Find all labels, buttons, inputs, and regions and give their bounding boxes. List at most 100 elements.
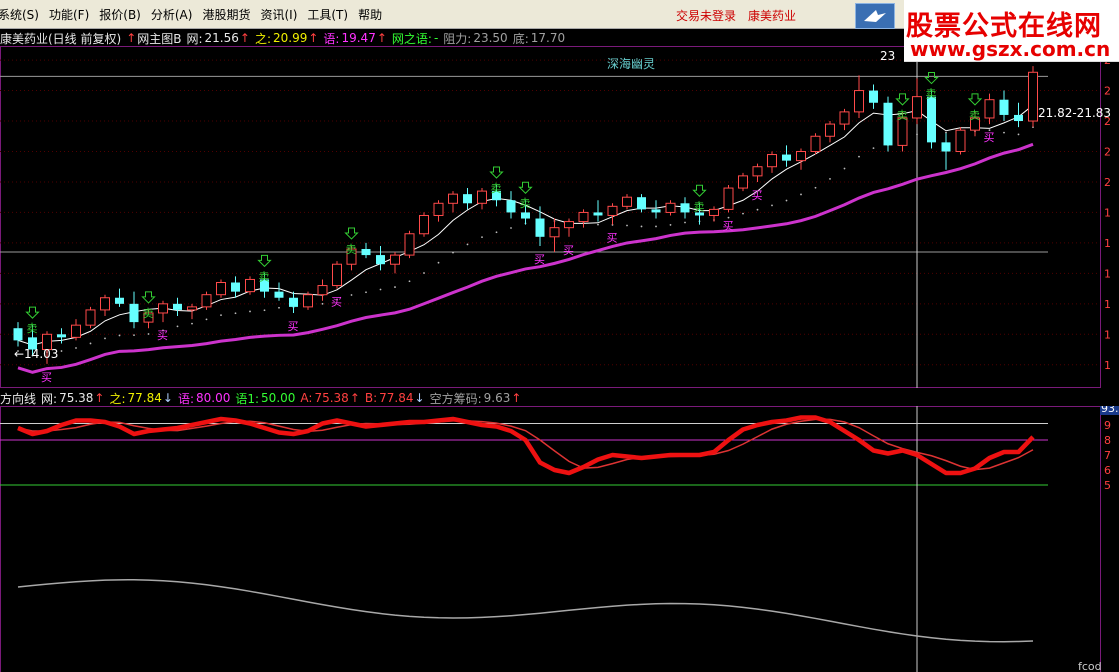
candle [13,322,23,347]
dotted-ma-point [75,347,77,349]
menu-item-4[interactable]: 港股期货 [202,6,250,23]
sell-label: 卖 [27,322,38,335]
sell-label: 卖 [694,200,705,213]
candle [999,90,1009,122]
dotted-ma-point [843,167,846,170]
candle-body [709,208,719,216]
indicator-name[interactable]: 网主图B [137,30,181,47]
candle [129,291,139,329]
up-arrow-icon: ↑ [349,391,360,405]
dotted-ma-point [916,133,918,136]
candle-body [376,255,385,265]
stock-name-status: 康美药业 [748,9,797,23]
dotted-ma-point [1003,131,1005,134]
osc-tick-label: 7 [1104,449,1111,462]
candle-body [289,297,298,307]
sub-chart-border [0,406,1101,672]
candle [941,133,951,170]
dotted-ma-point [727,216,730,219]
buy-label: 买 [534,253,545,266]
buy-signal: 买 [157,329,168,342]
buy-signal: 买 [331,296,342,309]
down-arrow-icon [25,306,40,319]
sell-signal: 卖 [25,306,40,335]
wang-value: 21.56 [204,31,239,45]
down-arrow-icon [257,254,272,268]
dotted-ma-point [771,204,773,207]
osc-tick-label: 5 [1104,479,1111,492]
up-arrow-icon: ↑ [511,391,522,405]
candle-body [564,221,574,229]
price-tick-label: 1 [1104,237,1111,250]
sell-label: 卖 [897,109,908,122]
buy-signal: 买 [41,371,52,384]
login-status[interactable]: 交易未登录 [676,7,736,24]
sub-indicator-name[interactable]: 方向线 [0,390,36,407]
candle-body [999,99,1009,115]
sub-chart-info: 方向线 网: 75.38 ↑ 之: 77.84 ↓ 语: 80.00 语1: 5… [0,390,526,406]
price-tick-label: 1 [1104,328,1111,341]
price-tick-label: 2 [1104,176,1111,189]
candle [549,218,560,253]
candle [1014,102,1023,128]
osc-tick-label: 6 [1104,464,1111,477]
candle-body [651,209,661,213]
menu-item-6[interactable]: 工具(T) [307,6,348,23]
sell-signal: 卖 [489,166,504,195]
menu-item-7[interactable]: 帮助 [358,6,382,23]
candle-body [955,129,966,152]
candle [201,291,212,310]
candle-body [245,278,255,293]
candle [506,191,516,219]
candle [376,245,385,271]
menu-item-5[interactable]: 资讯(I) [260,6,297,23]
down-arrow-icon: ↓ [162,391,173,405]
menu-item-1[interactable]: 功能(F) [49,6,89,23]
bird-icon[interactable] [855,3,895,29]
up-arrow-icon: ↑ [308,31,319,45]
dotted-ma-point [394,286,396,288]
candle-body [622,196,632,207]
sub-yu1-value: 50.00 [261,391,296,405]
sell-signal: 卖 [895,93,910,122]
stock-title: 康美药业(日线 前复权) [0,31,122,46]
candle-body [100,297,110,311]
sell-signal: 卖 [257,254,272,283]
candle-body [13,328,23,341]
buy-signal: 买 [534,253,545,266]
dotted-ma-point [756,208,759,211]
low-price-label: ←14.03 [14,347,58,361]
menu-item-3[interactable]: 分析(A) [151,6,193,23]
buy-label: 买 [41,371,52,384]
dotted-ma-point [321,302,324,305]
candle [607,203,618,225]
candlestick-chart[interactable]: 11111122222卖卖卖卖卖卖卖卖卖卖买买买买买买买买买买深海幽灵←14.0… [0,46,1119,388]
candle-body [869,90,878,103]
wzy-value: - [433,31,439,45]
oscillator-chart[interactable]: 5 6 7 8 9 93. fcod [0,406,1119,672]
dotted-ma-point [176,325,179,328]
candle-body [839,111,850,125]
buy-signal: 买 [607,232,618,245]
main-menu: 系统(S) 功能(F) 报价(B) 分析(A) 港股期货 资讯(I) 工具(T) 帮助 [0,0,388,29]
candle [57,328,66,344]
price-tick-label: 2 [1104,85,1111,98]
candle [622,194,632,210]
bottom-value: 17.70 [530,31,566,45]
dotted-ma-point [191,322,193,325]
candle [317,279,328,301]
candle-body [390,254,400,265]
dotted-ma-point [379,288,382,291]
candle-body [463,194,472,204]
down-arrow-icon [141,291,156,304]
buy-label: 买 [288,320,299,333]
sub-yu-value: 80.00 [196,391,231,405]
menu-item-0[interactable]: 系统(S) [0,6,39,23]
candle [810,133,821,155]
buy-label: 买 [607,232,618,245]
menu-item-2[interactable]: 报价(B) [99,6,141,23]
price-tick-label: 1 [1104,298,1111,311]
candle [173,297,182,317]
watermark-logo: 股票公式在线网 www.gszx.com.cn [904,0,1119,62]
kong-value: 9.63 [483,391,511,405]
